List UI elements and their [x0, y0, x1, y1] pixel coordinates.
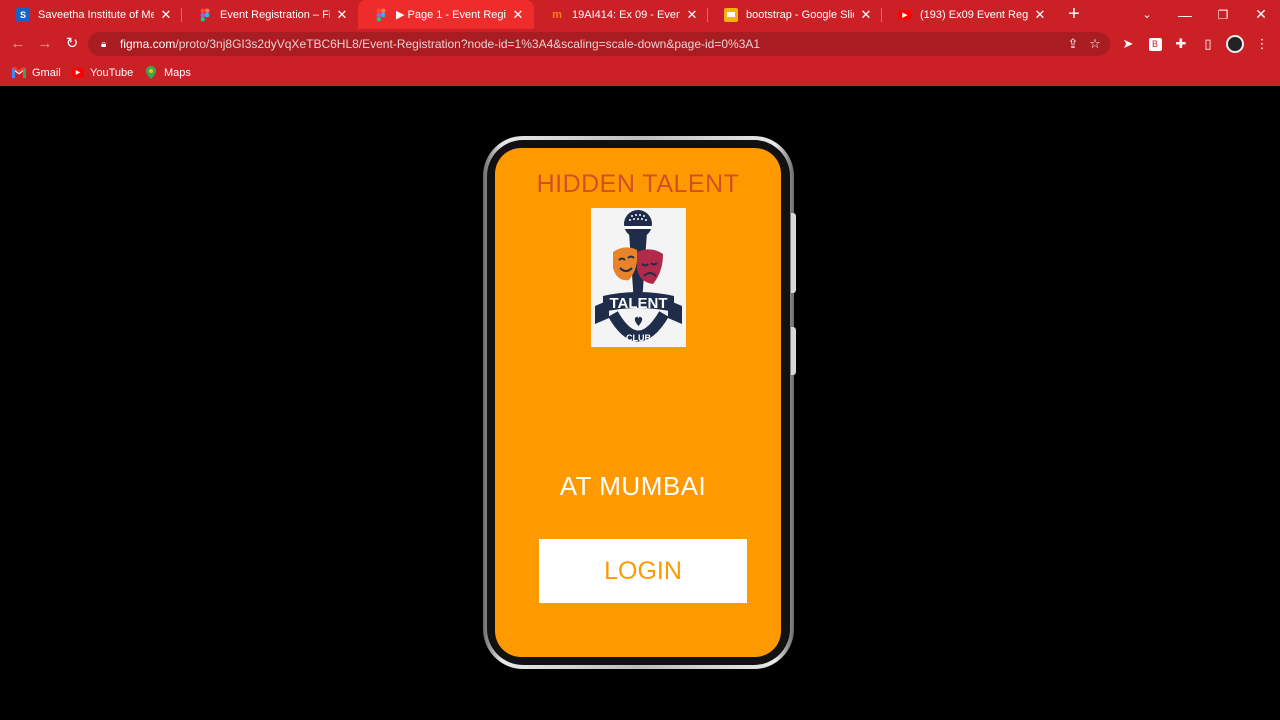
tab-title: 19AI414: Ex 09 - Event Regi: [572, 8, 680, 21]
bookmarks-bar: Gmail ▶ YouTube Maps: [0, 59, 1280, 86]
close-tab-icon[interactable]: ✕: [1032, 7, 1048, 23]
minimize-button[interactable]: —: [1166, 0, 1204, 29]
phone-side-button: [791, 213, 796, 293]
bookmark-maps[interactable]: Maps: [144, 64, 191, 81]
cursor-extension-icon[interactable]: ➤: [1118, 34, 1138, 54]
close-window-button[interactable]: ✕: [1242, 0, 1280, 29]
bookmark-gmail[interactable]: Gmail: [12, 64, 61, 81]
bookmark-star-icon[interactable]: ☆: [1084, 36, 1106, 52]
close-tab-icon[interactable]: ✕: [334, 7, 350, 23]
youtube-icon: ▶: [72, 67, 84, 78]
forward-button[interactable]: →: [35, 34, 55, 54]
tab-title: Event Registration – Figma: [220, 8, 330, 21]
logo-text: TALENT: [609, 295, 667, 312]
browser-toolbar: ← → ↻ 🔒︎ figma.com/proto/3nj8GI3s2dyVqXe…: [0, 29, 1280, 59]
logo-subtext: CLUB: [626, 333, 651, 343]
talent-club-logo: TALENT CLUB: [591, 208, 686, 347]
tab-title: bootstrap - Google Slides: [746, 8, 854, 21]
app-title: HIDDEN TALENT: [536, 170, 740, 198]
gmail-icon: [12, 67, 26, 79]
address-bar[interactable]: 🔒︎ figma.com/proto/3nj8GI3s2dyVqXeTBC6HL…: [88, 32, 1110, 56]
tab-google-slides[interactable]: bootstrap - Google Slides ✕: [708, 0, 882, 29]
close-tab-icon[interactable]: ✕: [158, 7, 174, 23]
share-icon[interactable]: ⇪: [1062, 36, 1084, 52]
tab-search-chevron-icon[interactable]: ⌄: [1128, 0, 1166, 29]
tab-moodle[interactable]: m 19AI414: Ex 09 - Event Regi ✕: [534, 0, 708, 29]
close-tab-icon[interactable]: ✕: [684, 7, 700, 23]
phone-frame: HIDDEN TALENT TALENT CLUB AT MUMBAI LOGI…: [483, 136, 794, 669]
tab-strip: S Saveetha Institute of Medic ✕ Event Re…: [0, 0, 1280, 29]
tab-title: (193) Ex09 Event Registratio: [920, 8, 1028, 21]
tab-figma-editor[interactable]: Event Registration – Figma ✕: [182, 0, 358, 29]
location-text: AT MUMBAI: [559, 471, 707, 501]
menu-kebab-icon[interactable]: ⋮: [1252, 34, 1272, 54]
tab-figma-prototype[interactable]: ▶ Page 1 - Event Registratio ✕: [358, 0, 534, 29]
maps-pin-icon: [144, 66, 158, 79]
close-tab-icon[interactable]: ✕: [510, 7, 526, 23]
tab-saveetha[interactable]: S Saveetha Institute of Medic ✕: [0, 0, 182, 29]
reload-button[interactable]: ↻: [62, 34, 82, 54]
extension-b-icon[interactable]: B: [1145, 34, 1165, 54]
extensions-puzzle-icon[interactable]: ✚: [1171, 34, 1191, 54]
new-tab-button[interactable]: +: [1064, 4, 1084, 24]
login-button[interactable]: LOGIN: [539, 539, 747, 603]
phone-side-button: [791, 327, 796, 375]
side-panel-icon[interactable]: ▯: [1198, 34, 1218, 54]
profile-avatar[interactable]: [1225, 34, 1245, 54]
back-button[interactable]: ←: [8, 34, 28, 54]
url-text: figma.com/proto/3nj8GI3s2dyVqXeTBC6HL8/E…: [120, 37, 761, 51]
youtube-icon: ▶: [898, 9, 912, 20]
figma-icon: [374, 8, 388, 22]
figma-icon: [198, 8, 212, 22]
prototype-canvas: HIDDEN TALENT TALENT CLUB AT MUMBAI LOGI…: [0, 86, 1280, 720]
app-screen: HIDDEN TALENT TALENT CLUB AT MUMBAI LOGI…: [495, 148, 781, 657]
slides-icon: [724, 7, 738, 22]
close-tab-icon[interactable]: ✕: [858, 7, 874, 23]
lock-icon: 🔒︎: [101, 38, 107, 50]
tab-youtube[interactable]: ▶ (193) Ex09 Event Registratio ✕: [882, 0, 1056, 29]
restore-button[interactable]: ❐: [1204, 0, 1242, 29]
moodle-icon: m: [552, 8, 562, 21]
saveetha-icon: S: [16, 7, 30, 22]
bookmark-youtube[interactable]: ▶ YouTube: [72, 64, 133, 81]
tab-title: Saveetha Institute of Medic: [38, 8, 154, 21]
tab-title: ▶ Page 1 - Event Registratio: [396, 9, 506, 21]
